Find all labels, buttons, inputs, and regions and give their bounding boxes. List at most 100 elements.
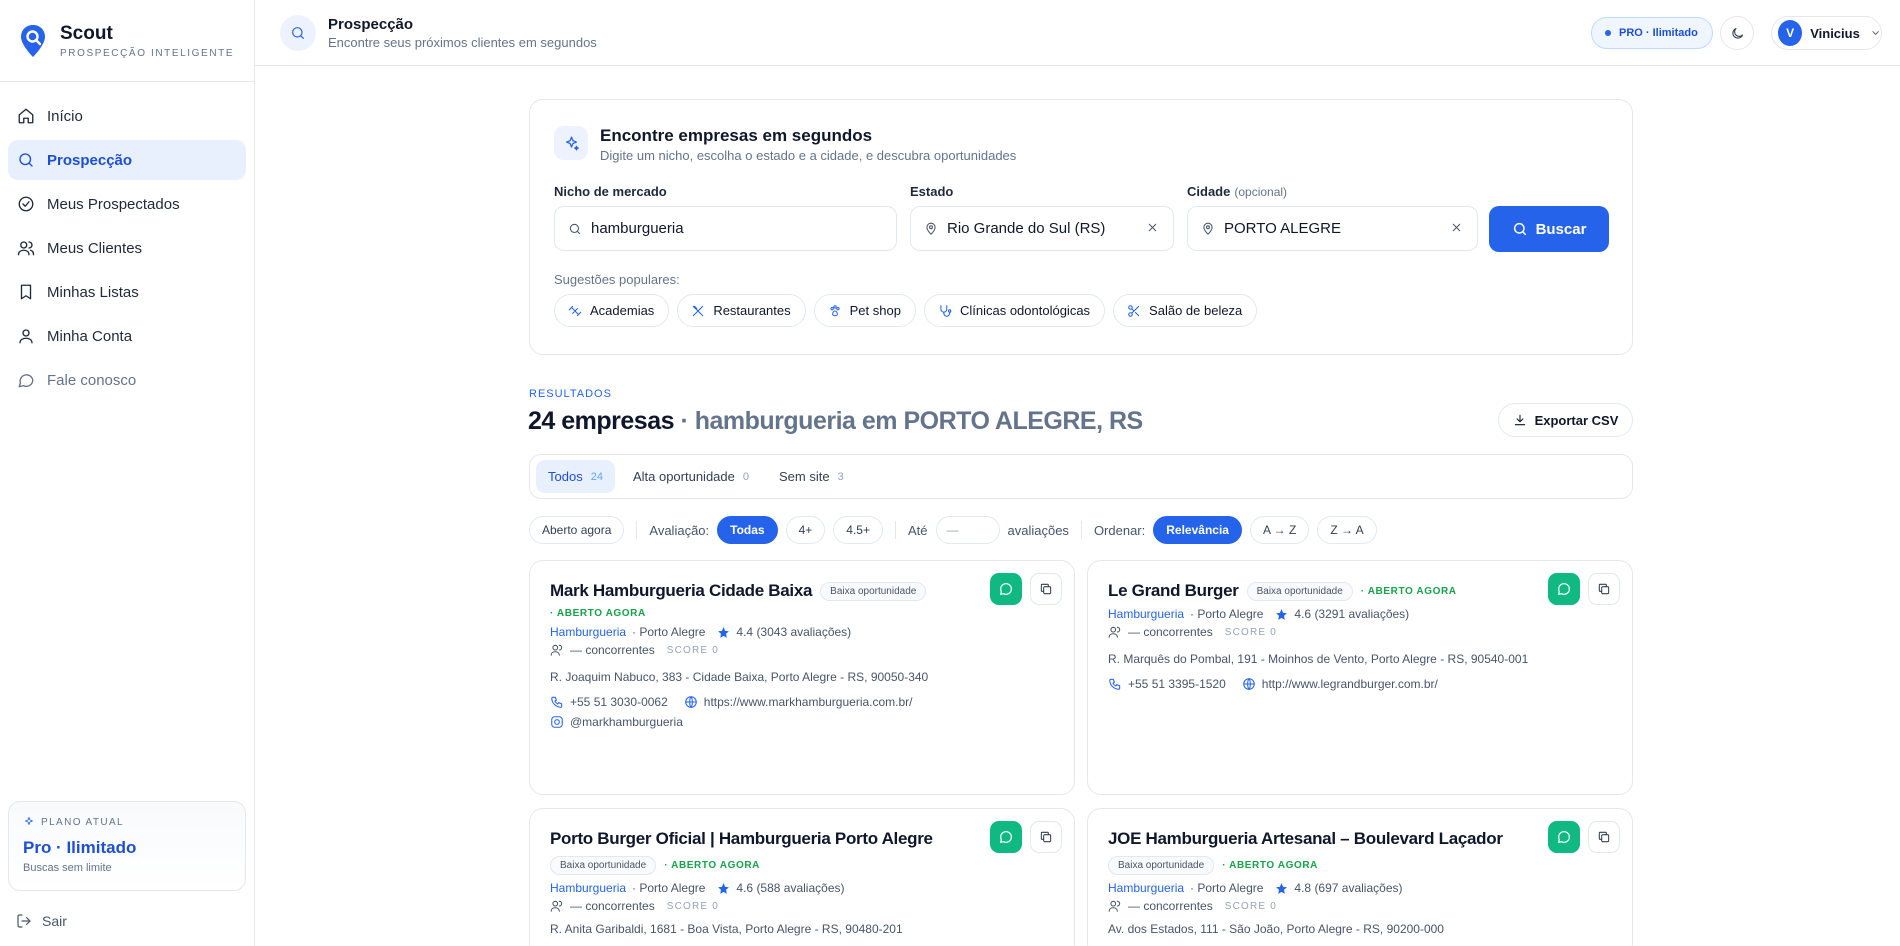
filters-bar: Aberto agora Avaliação: Todas 4+ 4.5+ At… [529, 516, 1377, 544]
globe-icon [1242, 678, 1255, 690]
status-dot [1605, 30, 1611, 36]
reviews-label: avaliações [1007, 522, 1069, 538]
rating-all[interactable]: Todas [717, 516, 778, 544]
search-icon [19, 153, 33, 167]
check-circle-icon [18, 196, 34, 212]
search-icon [292, 26, 304, 39]
rating-4-5-plus[interactable]: 4.5+ [833, 516, 883, 544]
category-link[interactable]: Hamburgueria [1108, 881, 1184, 895]
category-link[interactable]: Hamburgueria [1108, 607, 1184, 621]
suggestion-chips: Academias Restaurantes Pet shop Clínicas… [554, 294, 1258, 327]
brand[interactable]: Scout PROSPECÇÃO INTELIGENTE [0, 0, 254, 82]
map-pin-icon [1203, 222, 1213, 235]
theme-toggle-button[interactable] [1720, 16, 1754, 50]
copy-icon [1598, 583, 1610, 595]
page-title: Prospecção [328, 15, 414, 33]
export-csv-button[interactable]: Exportar CSV [1498, 403, 1633, 437]
tab-todos[interactable]: Todos 24 [536, 460, 615, 493]
chip-salao-de-beleza[interactable]: Salão de beleza [1113, 294, 1258, 327]
sidebar-item-fale-conosco[interactable]: Fale conosco [8, 360, 246, 400]
chip-pet-shop[interactable]: Pet shop [813, 294, 916, 327]
category-link[interactable]: Hamburgueria [550, 881, 626, 895]
niche-value: hamburgueria [591, 220, 684, 237]
chip-restaurantes[interactable]: Restaurantes [677, 294, 806, 327]
copy-button[interactable] [1588, 573, 1620, 605]
city-label-text: Cidade [1187, 184, 1231, 199]
instagram-link[interactable]: @markhamburgueria [550, 715, 1054, 729]
sidebar-item-minha-conta[interactable]: Minha Conta [8, 316, 246, 356]
copy-button[interactable] [1588, 821, 1620, 853]
copy-button[interactable] [1030, 573, 1062, 605]
tab-count: 24 [590, 470, 603, 483]
rating-label: Avaliação: [649, 522, 710, 538]
sidebar-item-label: Meus Prospectados [47, 195, 180, 213]
state-value: Rio Grande do Sul (RS) [947, 220, 1106, 237]
max-reviews-input[interactable]: — [935, 516, 1000, 544]
plan-badge[interactable]: PRO · Ilimitado [1591, 17, 1713, 49]
address: Av. dos Estados, 111 - São João, Porto A… [1108, 922, 1444, 936]
sidebar-item-inicio[interactable]: Início [8, 96, 246, 136]
sidebar-item-meus-prospectados[interactable]: Meus Prospectados [8, 184, 246, 224]
website-link[interactable]: http://www.legrandburger.com.br/ [1242, 677, 1438, 691]
user-menu[interactable]: V Vinicius [1771, 16, 1882, 50]
tab-alta-oportunidade[interactable]: Alta oportunidade 0 [621, 460, 761, 493]
result-card[interactable]: JOE Hamburgueria Artesanal – Boulevard L… [1087, 808, 1633, 946]
result-card[interactable]: Le Grand Burger Baixa oportunidade · ABE… [1087, 560, 1633, 795]
whatsapp-button[interactable] [1548, 821, 1580, 853]
plan-label-row: PLANO ATUAL [23, 816, 231, 828]
open-status: · ABERTO AGORA [1222, 860, 1318, 871]
instagram-icon [551, 716, 563, 728]
users-icon [550, 644, 563, 656]
results-kicker: RESULTADOS [529, 388, 612, 400]
sidebar-item-meus-clientes[interactable]: Meus Clientes [8, 228, 246, 268]
whatsapp-button[interactable] [990, 573, 1022, 605]
star-icon [1276, 882, 1288, 894]
sidebar-item-prospeccao[interactable]: Prospecção [8, 140, 246, 180]
copy-button[interactable] [1030, 821, 1062, 853]
whatsapp-icon [1000, 831, 1012, 843]
order-relevance[interactable]: Relevância [1153, 516, 1242, 544]
whatsapp-button[interactable] [1548, 573, 1580, 605]
chip-clinicas-odontologicas[interactable]: Clínicas odontológicas [923, 294, 1106, 327]
clear-city-icon[interactable] [1450, 221, 1463, 234]
competitors: — concorrentes [1128, 899, 1213, 913]
state-select[interactable]: Rio Grande do Sul (RS) [910, 206, 1174, 251]
sidebar-item-label: Início [47, 107, 83, 125]
instagram-handle: @markhamburgueria [570, 715, 683, 729]
sidebar-item-minhas-listas[interactable]: Minhas Listas [8, 272, 246, 312]
phone[interactable]: +55 51 3030-0062 [550, 695, 668, 709]
website-link[interactable]: https://www.markhamburgueria.com.br/ [684, 695, 913, 709]
category-link[interactable]: Hamburgueria [550, 625, 626, 639]
open-status: · ABERTO AGORA [1360, 585, 1457, 597]
logout-button[interactable]: Sair [16, 913, 67, 929]
search-card-title: Encontre empresas em segundos [600, 126, 873, 145]
result-card[interactable]: Mark Hamburgueria Cidade Baixa Baixa opo… [529, 560, 1075, 795]
tab-sem-site[interactable]: Sem site 3 [767, 460, 856, 493]
niche-input[interactable]: hamburgueria [554, 206, 897, 251]
chip-academias[interactable]: Academias [554, 294, 670, 327]
star-icon [718, 882, 730, 894]
clear-state-icon[interactable] [1146, 221, 1159, 234]
divider [1080, 521, 1082, 539]
whatsapp-icon [1558, 583, 1570, 595]
whatsapp-button[interactable] [990, 821, 1022, 853]
users-icon [1108, 626, 1121, 638]
order-a-z[interactable]: A → Z [1249, 516, 1310, 544]
city-input[interactable]: PORTO ALEGRE [1187, 206, 1478, 251]
rating-4-plus[interactable]: 4+ [785, 516, 826, 544]
filter-open-now[interactable]: Aberto agora [529, 516, 625, 544]
current-plan-card[interactable]: PLANO ATUAL Pro · Ilimitado Buscas sem l… [8, 801, 246, 891]
search-button[interactable]: Buscar [1489, 206, 1609, 252]
niche-label: Nicho de mercado [554, 184, 667, 199]
sidebar-nav: Início Prospecção Meus Prospectados Meus… [0, 82, 254, 418]
result-card[interactable]: Porto Burger Oficial | Hamburgueria Port… [529, 808, 1075, 946]
tab-count: 0 [742, 470, 749, 483]
phone[interactable]: +55 51 3395-1520 [1108, 677, 1226, 691]
address: R. Joaquim Nabuco, 383 - Cidade Baixa, P… [550, 670, 929, 684]
rating: 4.4 (3043 avaliações) [736, 625, 852, 639]
rating: 4.8 (697 avaliações) [1294, 881, 1403, 895]
bookmark-icon [20, 284, 32, 300]
home-icon [18, 108, 34, 124]
dumbbell-icon [568, 305, 582, 316]
order-z-a[interactable]: Z → A [1317, 516, 1377, 544]
